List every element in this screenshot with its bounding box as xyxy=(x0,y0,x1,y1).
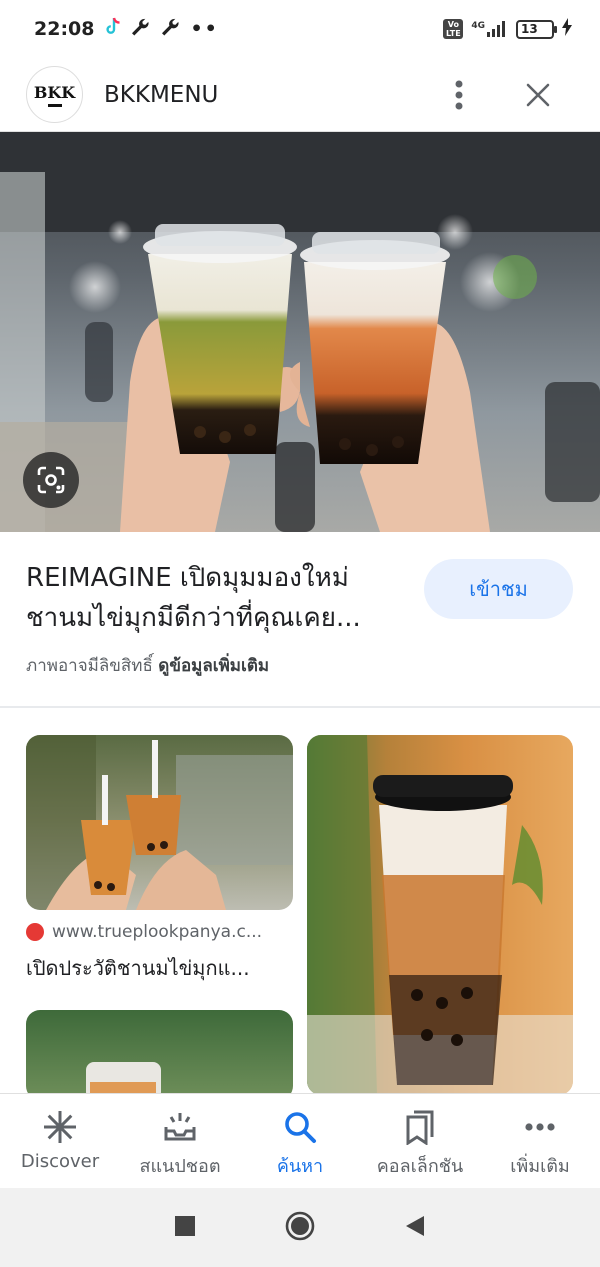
system-navigation xyxy=(0,1188,600,1267)
bookmarks-icon xyxy=(406,1110,434,1145)
bubble-tea-photo xyxy=(0,132,600,532)
nav-label: ค้นหา xyxy=(276,1156,324,1177)
close-button[interactable] xyxy=(515,72,561,118)
asterisk-icon xyxy=(44,1111,76,1143)
square-icon xyxy=(175,1215,195,1236)
back-button[interactable] xyxy=(404,1214,426,1242)
bubble-tea-photo xyxy=(86,1062,161,1100)
nav-collections[interactable]: คอลเล็กชัน xyxy=(360,1094,480,1188)
notification-icons: •• xyxy=(104,17,218,42)
result-title[interactable]: REIMAGINE เปิดมุมมองใหม่ ชานมไข่มุกมีดีก… xyxy=(26,558,406,638)
back-triangle-icon xyxy=(406,1215,424,1236)
title-line-2: ชานมไข่มุกมีดีกว่าที่คุณเคย... xyxy=(26,603,361,633)
site-logo[interactable]: BKK xyxy=(26,66,83,123)
nav-label: เพิ่มเติม xyxy=(510,1156,570,1177)
copyright-text: ภาพอาจมีลิขสิทธิ์ xyxy=(26,656,153,676)
close-icon xyxy=(526,83,550,107)
source-url: www.trueplookpanya.c... xyxy=(52,922,263,942)
nav-snapshot[interactable]: สแนปชอต xyxy=(120,1094,240,1188)
home-button[interactable] xyxy=(284,1210,316,1246)
wrench-icon xyxy=(160,17,182,42)
search-icon xyxy=(285,1112,316,1143)
lens-search-button[interactable] xyxy=(23,452,79,508)
network-type: 4G xyxy=(471,21,485,31)
more-info-link[interactable]: ดูข้อมูลเพิ่มเติม xyxy=(158,656,269,676)
section-divider xyxy=(0,706,600,708)
nav-more[interactable]: เพิ่มเติม xyxy=(480,1094,600,1188)
visit-button[interactable]: เข้าชม xyxy=(424,559,573,619)
home-circle-icon xyxy=(285,1211,315,1240)
battery-level: 13 xyxy=(521,21,538,36)
bubble-tea-photo xyxy=(26,735,293,910)
nav-label: คอลเล็กชัน xyxy=(376,1156,464,1177)
snapshot-icon xyxy=(164,1113,196,1141)
site-favicon-icon xyxy=(26,923,44,941)
more-dots-icon xyxy=(525,1123,555,1131)
signal-icon: 4G xyxy=(471,21,508,37)
related-image-2[interactable] xyxy=(307,735,573,1095)
related-title[interactable]: เปิดประวัติชานมไข่มุกแ... xyxy=(26,952,294,984)
bubble-tea-photo xyxy=(307,735,573,1095)
recents-button[interactable] xyxy=(174,1215,196,1241)
kebab-menu-icon xyxy=(455,80,463,110)
related-source[interactable]: www.trueplookpanya.c... xyxy=(26,922,296,942)
nav-label: Discover xyxy=(20,1151,100,1172)
nav-discover[interactable]: Discover xyxy=(0,1094,120,1188)
status-time: 22:08 xyxy=(34,18,95,40)
site-name[interactable]: BKKMENU xyxy=(104,82,218,108)
related-image-1[interactable] xyxy=(26,735,293,910)
more-options-button[interactable] xyxy=(436,72,482,118)
system-status: Vo LTE 4G 13 xyxy=(443,18,572,40)
status-bar: 22:08 •• Vo LTE 4G 13 xyxy=(0,0,600,58)
hero-image[interactable] xyxy=(0,132,600,532)
wrench-icon xyxy=(130,17,152,42)
battery-icon: 13 xyxy=(516,19,557,39)
related-image-3[interactable] xyxy=(26,1010,293,1100)
logo-text: BKK xyxy=(33,82,76,102)
nav-search[interactable]: ค้นหา xyxy=(240,1094,360,1188)
charging-icon xyxy=(562,18,572,40)
bottom-navigation: Discover สแนปชอต ค้นหา คอลเล็กชัน เพิ่มเ… xyxy=(0,1093,600,1188)
google-lens-icon xyxy=(37,466,65,494)
tiktok-icon xyxy=(104,17,122,42)
app-header: BKK BKKMENU xyxy=(0,58,600,132)
title-line-1: REIMAGINE เปิดมุมมองใหม่ xyxy=(26,563,349,593)
volte-icon: Vo LTE xyxy=(443,19,464,39)
copyright-notice: ภาพอาจมีลิขสิทธิ์ ดูข้อมูลเพิ่มเติม xyxy=(26,652,269,679)
more-notifications-icon: •• xyxy=(190,18,219,40)
nav-label: สแนปชอต xyxy=(139,1156,221,1177)
